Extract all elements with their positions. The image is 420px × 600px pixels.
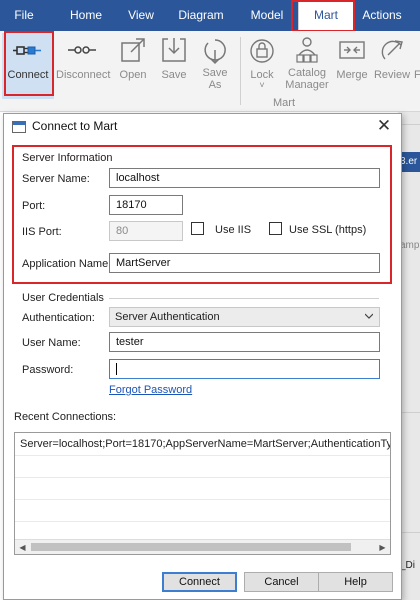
scroll-left-icon[interactable]: ◀ — [15, 540, 30, 554]
use-ssl-label: Use SSL (https) — [289, 224, 367, 236]
ribbon-overflow-label: F — [414, 69, 420, 81]
scrollbar-thumb[interactable] — [31, 543, 351, 551]
save-as-ribbon-label-line2: As — [208, 79, 222, 91]
server-info-title: Server Information — [22, 152, 113, 164]
recent-connections-list[interactable]: Server=localhost;Port=18170;AppServerNam… — [14, 432, 391, 555]
user-name-input[interactable]: tester — [109, 332, 380, 352]
lock-dropdown-arrow[interactable]: ˅ — [242, 79, 282, 91]
user-name-label: User Name: — [22, 337, 81, 349]
forgot-password-link[interactable]: Forgot Password — [109, 384, 192, 396]
close-icon[interactable]: ✕ — [373, 116, 395, 138]
review-icon — [381, 40, 403, 60]
disconnect-ribbon-button[interactable]: Disconnect — [56, 33, 111, 99]
port-label: Port: — [22, 200, 46, 212]
open-ribbon-button[interactable]: Open — [110, 33, 156, 99]
connect-ribbon-label: Connect — [7, 69, 49, 81]
tab-actions[interactable]: Actions — [358, 0, 406, 31]
server-name-label: Server Name: — [22, 173, 90, 185]
port-input[interactable]: 18170 — [109, 195, 183, 215]
tab-file[interactable]: File — [4, 0, 44, 31]
save-ribbon-button[interactable]: Save — [152, 33, 196, 99]
tab-mart[interactable]: Mart — [298, 0, 354, 31]
iis-port-input: 80 — [109, 221, 183, 241]
tab-view[interactable]: View — [120, 0, 162, 31]
lock-ribbon-button[interactable]: Lock ˅ — [242, 33, 282, 99]
save-icon — [162, 38, 186, 62]
background-side-text: amp — [400, 240, 420, 251]
tab-home[interactable]: Home — [62, 0, 110, 31]
mart-group-label: Mart — [273, 97, 295, 109]
lock-icon — [250, 39, 274, 63]
tab-model[interactable]: Model — [240, 0, 294, 31]
dialog-title: Connect to Mart — [32, 119, 118, 133]
connect-button[interactable]: Connect — [162, 572, 237, 592]
authentication-select[interactable]: Server Authentication — [109, 307, 380, 327]
open-ribbon-label: Open — [119, 69, 147, 81]
connect-ribbon-button[interactable]: Connect — [2, 33, 54, 99]
ribbon-panel: Connect Disconnect Open Save Save As Loc… — [0, 31, 420, 112]
scroll-right-icon[interactable]: ▶ — [375, 540, 390, 554]
save-as-icon — [204, 39, 226, 65]
ribbon-tab-bar: File Home View Diagram Model Mart Action… — [0, 0, 420, 31]
user-credentials-title: User Credentials — [22, 292, 104, 304]
application-name-label: Application Name: — [22, 258, 112, 270]
use-iis-label: Use IIS — [215, 224, 252, 236]
merge-icon — [339, 41, 365, 59]
save-as-ribbon-button[interactable]: Save As — [194, 33, 236, 99]
authentication-label: Authentication: — [22, 312, 95, 324]
background-bottom-text: _Di — [400, 560, 416, 571]
server-name-input[interactable]: localhost — [109, 168, 380, 188]
disconnect-ribbon-label: Disconnect — [56, 69, 111, 81]
catalog-manager-label-line2: Manager — [285, 79, 329, 91]
ribbon-separator — [240, 37, 241, 105]
list-item[interactable]: Server=localhost;Port=18170;AppServerNam… — [15, 433, 390, 455]
dialog-titlebar[interactable]: Connect to Mart ✕ — [4, 114, 401, 140]
merge-ribbon-label: Merge — [336, 69, 368, 81]
catalog-manager-label-line1: Catalog — [288, 67, 326, 79]
horizontal-scrollbar[interactable]: ◀ ▶ — [15, 539, 390, 554]
connect-plug-icon — [13, 46, 41, 55]
authentication-select-value: Server Authentication — [115, 311, 220, 323]
use-ssl-checkbox[interactable] — [269, 222, 282, 235]
save-ribbon-label: Save — [161, 69, 187, 81]
connect-to-mart-dialog: Connect to Mart ✕ Server Information Ser… — [3, 113, 402, 600]
help-button[interactable]: Help — [318, 572, 393, 592]
use-iis-checkbox[interactable] — [191, 222, 204, 235]
review-ribbon-button[interactable]: Review — [370, 33, 414, 99]
iis-port-label: IIS Port: — [22, 226, 62, 238]
catalog-manager-ribbon-button[interactable]: Catalog Manager — [282, 33, 332, 99]
chevron-down-icon — [365, 313, 373, 319]
password-input[interactable] — [109, 359, 380, 379]
recent-connections-label: Recent Connections: — [14, 411, 117, 423]
text-caret — [116, 363, 117, 376]
password-label: Password: — [22, 364, 74, 376]
cancel-button[interactable]: Cancel — [244, 572, 319, 592]
save-as-ribbon-label-line1: Save — [202, 67, 228, 79]
tab-diagram[interactable]: Diagram — [172, 0, 230, 31]
disconnect-icon — [68, 46, 96, 54]
merge-ribbon-button[interactable]: Merge — [332, 33, 372, 99]
application-name-input[interactable]: MartServer — [109, 253, 380, 273]
catalog-manager-icon — [296, 37, 318, 63]
open-icon — [121, 38, 145, 62]
window-icon — [12, 121, 26, 133]
review-ribbon-label: Review — [373, 69, 411, 81]
